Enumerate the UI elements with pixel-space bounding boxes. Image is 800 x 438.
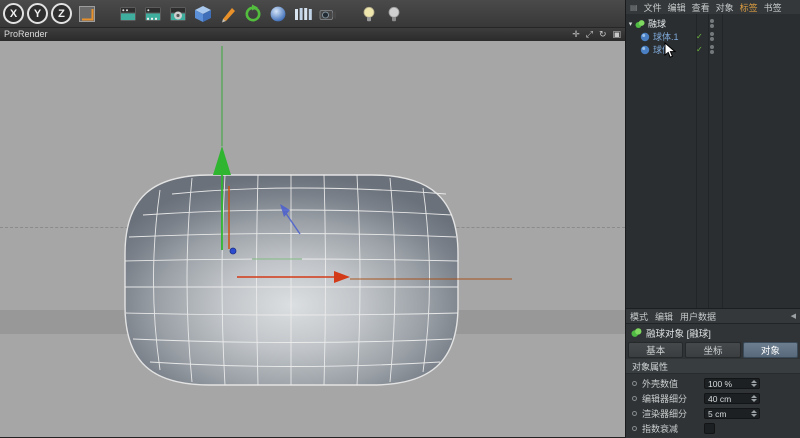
viewport-title-bar: ProRender ✛ ⤢ ↻ ▣ <box>0 28 625 41</box>
property-label: 外壳数值 <box>642 377 694 390</box>
tab-coordinates[interactable]: 坐标 <box>685 342 740 358</box>
zoom-view-icon[interactable]: ⤢ <box>586 28 593 41</box>
top-toolbar: X Y Z <box>0 0 625 28</box>
property-row-hull-value: 外壳数值 100 % <box>626 377 800 390</box>
hull-value: 100 % <box>708 379 750 389</box>
scene-canvas <box>0 28 625 437</box>
tab-object[interactable]: 对象 <box>743 342 798 358</box>
axis-z-button[interactable]: Z <box>51 3 72 24</box>
rotate-view-icon[interactable]: ↻ <box>599 28 607 41</box>
maximize-view-icon[interactable]: ▣ <box>612 28 621 41</box>
attribute-tabs: 基本 坐标 对象 <box>626 341 800 359</box>
column-divider <box>708 14 709 308</box>
object-manager-menu: ▤ 文件 编辑 查看 对象 标签 书签 <box>626 0 800 15</box>
object-row-sphere-1[interactable]: 球体.1 ✓ <box>626 30 800 43</box>
object-manager: ▤ 文件 编辑 查看 对象 标签 书签 ▾ 融球 <box>626 0 800 308</box>
object-name: 融球 <box>648 17 666 30</box>
axis-x-button[interactable]: X <box>3 3 24 24</box>
property-label: 编辑器细分 <box>642 392 694 405</box>
attribute-manager: 模式 编辑 用户数据 ◀ 融球对象 [融球] 基本 坐标 对象 对象属性 外壳数… <box>626 308 800 438</box>
section-header-object-properties: 对象属性 <box>626 359 800 374</box>
visibility-dots[interactable] <box>710 19 714 28</box>
mouse-cursor <box>664 42 676 60</box>
metaball-object[interactable] <box>125 175 458 385</box>
om-menu-object[interactable]: 对象 <box>716 1 734 14</box>
object-row-metaball[interactable]: ▾ 融球 <box>626 17 800 30</box>
enabled-check-icon[interactable]: ✓ <box>696 43 703 56</box>
hull-value-input[interactable]: 100 % <box>704 378 760 389</box>
keyframe-dot-icon[interactable] <box>632 396 637 401</box>
section-header-label: 对象属性 <box>632 360 668 373</box>
am-menu-mode[interactable]: 模式 <box>630 310 648 323</box>
keyframe-dot-icon[interactable] <box>632 411 637 416</box>
sphere-icon <box>640 45 651 55</box>
attribute-object-title-row: 融球对象 [融球] <box>626 324 800 341</box>
visibility-dots[interactable] <box>710 45 714 54</box>
render-settings-icon[interactable] <box>166 2 189 25</box>
cube-icon[interactable] <box>191 2 214 25</box>
property-label: 指数衰减 <box>642 422 694 435</box>
right-panel: ▤ 文件 编辑 查看 对象 标签 书签 ▾ 融球 <box>625 0 800 437</box>
hull-value-spinner[interactable] <box>750 380 758 387</box>
om-menu-view[interactable]: 查看 <box>692 1 710 14</box>
render-subdivision-value: 5 cm <box>708 409 750 419</box>
editor-subdivision-input[interactable]: 40 cm <box>704 393 760 404</box>
pen-icon[interactable] <box>216 2 239 25</box>
visibility-dots[interactable] <box>710 32 714 41</box>
viewport-renderer-label: ProRender <box>4 28 48 41</box>
render-subdivision-input[interactable]: 5 cm <box>704 408 760 419</box>
panel-collapse-icon[interactable]: ◀ <box>791 312 796 320</box>
editor-subdivision-value: 40 cm <box>708 394 750 404</box>
expand-arrow-icon[interactable]: ▾ <box>626 20 635 28</box>
metaball-icon <box>635 19 646 29</box>
exponential-falloff-checkbox[interactable] <box>704 423 715 434</box>
sphere-icon <box>640 32 651 42</box>
property-label: 渲染器细分 <box>642 407 694 420</box>
workplane-icon[interactable] <box>75 2 98 25</box>
axis-y-button[interactable]: Y <box>27 3 48 24</box>
keyframe-dot-icon[interactable] <box>632 381 637 386</box>
render-subdivision-spinner[interactable] <box>750 410 758 417</box>
panel-grip-icon: ▤ <box>630 3 638 12</box>
light-off-icon[interactable] <box>382 2 405 25</box>
column-divider <box>722 14 723 308</box>
viewport-nav-icons: ✛ ⤢ ↻ ▣ <box>572 28 621 41</box>
property-row-exponential-falloff: 指数衰减 <box>626 422 800 435</box>
om-menu-edit[interactable]: 编辑 <box>668 1 686 14</box>
light-on-icon[interactable] <box>357 2 380 25</box>
attribute-object-title: 融球对象 [融球] <box>646 326 711 340</box>
editor-subdivision-spinner[interactable] <box>750 395 758 402</box>
keyframe-dot-icon[interactable] <box>632 426 637 431</box>
attribute-manager-menu: 模式 编辑 用户数据 ◀ <box>626 309 800 324</box>
am-menu-edit[interactable]: 编辑 <box>655 310 673 323</box>
tab-basic[interactable]: 基本 <box>628 342 683 358</box>
om-menu-file[interactable]: 文件 <box>644 1 662 14</box>
metaball-icon <box>631 327 642 338</box>
object-row-sphere[interactable]: 球体 ✓ <box>626 43 800 56</box>
property-row-editor-subdivision: 编辑器细分 40 cm <box>626 392 800 405</box>
viewport-3d[interactable]: ProRender ✛ ⤢ ↻ ▣ <box>0 28 625 437</box>
render-view-icon[interactable] <box>116 2 139 25</box>
array-icon[interactable] <box>291 2 314 25</box>
property-row-render-subdivision: 渲染器细分 5 cm <box>626 407 800 420</box>
origin-handle[interactable] <box>230 248 236 254</box>
om-menu-bookmarks[interactable]: 书签 <box>764 1 782 14</box>
object-tree: ▾ 融球 球体.1 ✓ 球体 <box>626 14 800 308</box>
camera-icon[interactable] <box>316 2 339 25</box>
pan-view-icon[interactable]: ✛ <box>572 28 580 41</box>
column-divider <box>696 14 697 308</box>
om-menu-tags[interactable]: 标签 <box>740 1 758 14</box>
generator-icon[interactable] <box>241 2 264 25</box>
am-menu-userdata[interactable]: 用户数据 <box>680 310 716 323</box>
render-picture-icon[interactable] <box>141 2 164 25</box>
enabled-check-icon[interactable]: ✓ <box>696 30 703 43</box>
sphere-tool-icon[interactable] <box>266 2 289 25</box>
